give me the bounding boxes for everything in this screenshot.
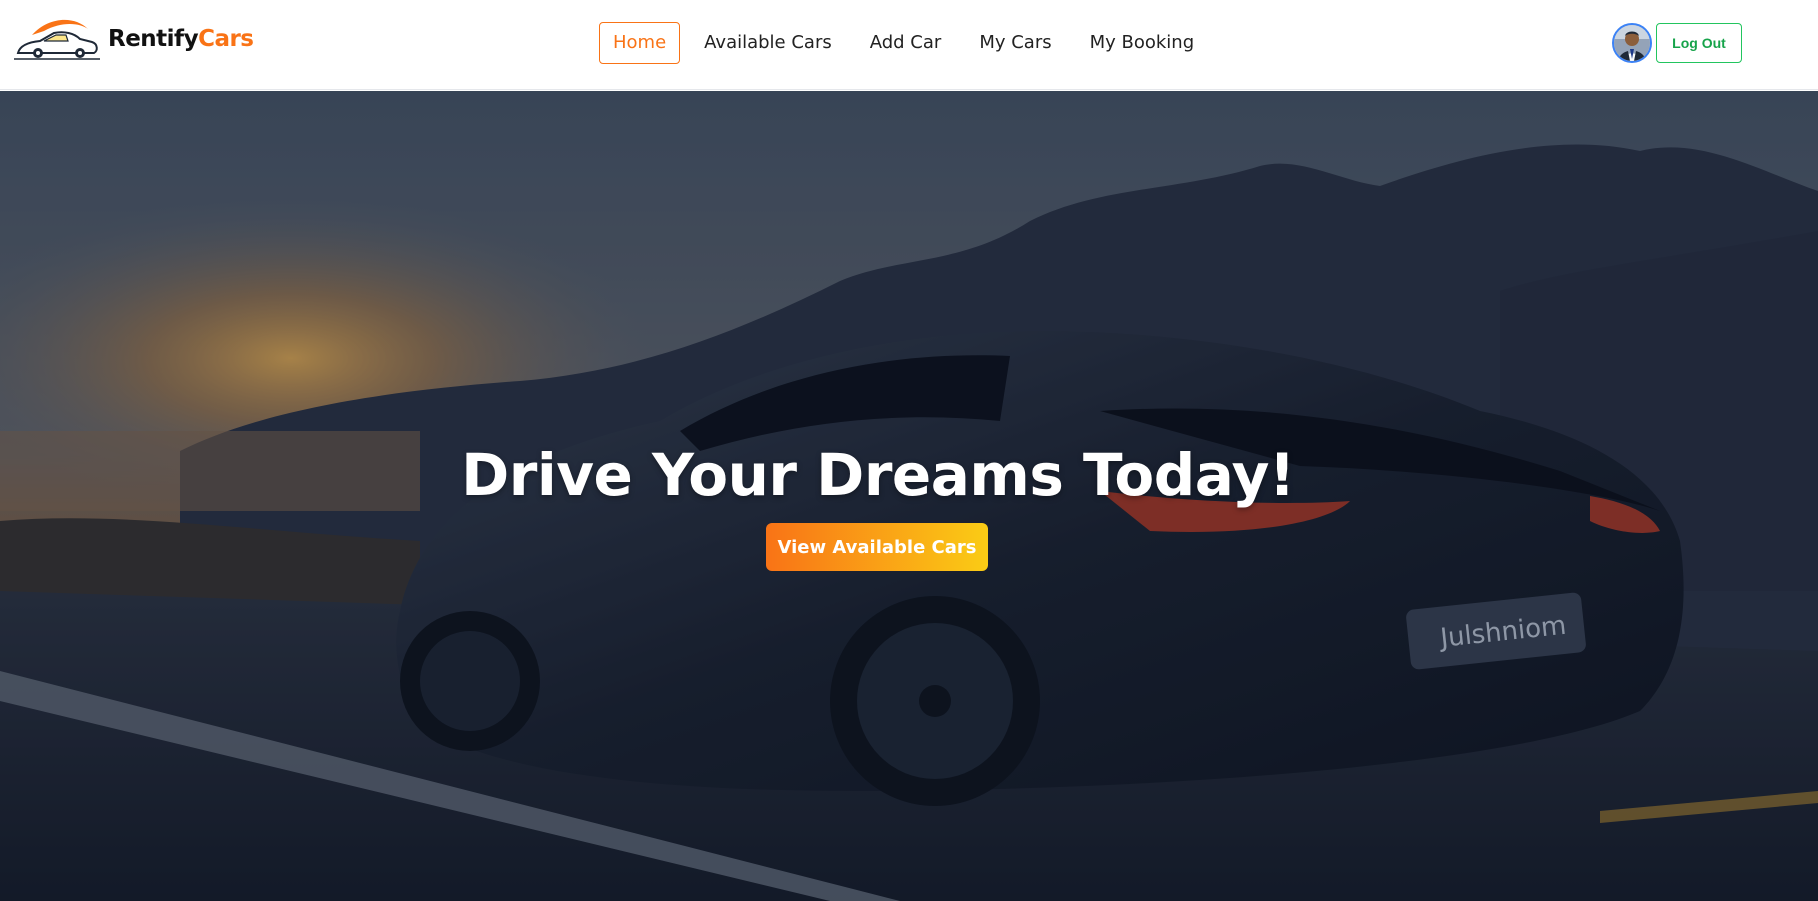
nav-home[interactable]: Home — [599, 22, 681, 64]
hero-section: Julshniom Drive Your Dreams Today! View … — [0, 91, 1818, 901]
main-nav: Home Available Cars Add Car My Cars My B… — [599, 22, 1218, 64]
car-logo-icon — [14, 19, 100, 60]
navbar: RentifyCars Home Available Cars Add Car … — [0, 0, 1818, 90]
nav-my-cars[interactable]: My Cars — [965, 22, 1065, 64]
view-available-cars-button[interactable]: View Available Cars — [766, 523, 988, 571]
logout-button[interactable]: Log Out — [1656, 23, 1742, 63]
brand-name-primary: Rentify — [108, 26, 199, 52]
nav-my-booking[interactable]: My Booking — [1076, 22, 1209, 64]
hero-title: Drive Your Dreams Today! — [461, 441, 1295, 509]
nav-available-cars[interactable]: Available Cars — [690, 22, 846, 64]
user-avatar-image — [1614, 25, 1650, 61]
user-avatar[interactable] — [1612, 23, 1652, 63]
brand-name: RentifyCars — [108, 26, 254, 52]
nav-add-car[interactable]: Add Car — [856, 22, 956, 64]
brand-name-accent: Cars — [198, 26, 254, 52]
brand[interactable]: RentifyCars — [14, 14, 254, 64]
